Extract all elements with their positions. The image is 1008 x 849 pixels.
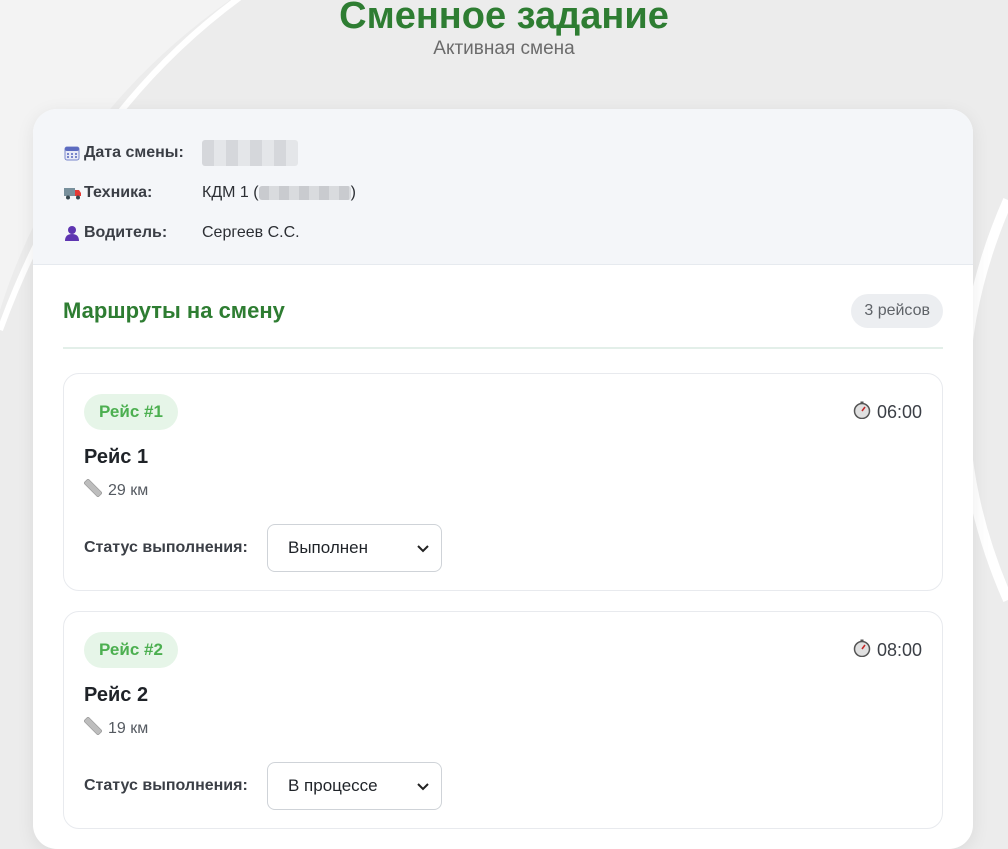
shift-info: Дата смены: Техника: КДМ 1 ( ) Водитель:… xyxy=(33,109,973,265)
stopwatch-icon xyxy=(853,639,877,662)
trip-distance: 19 км xyxy=(83,716,922,740)
trip-time-value: 08:00 xyxy=(876,639,922,660)
page-header: Сменное задание Активная смена xyxy=(0,0,1008,60)
routes-title: Маршруты на смену xyxy=(63,298,285,323)
vehicle-label: Техника: xyxy=(84,184,153,201)
chevron-down-icon xyxy=(417,776,429,796)
vehicle-value: КДМ 1 ( ) xyxy=(202,184,356,202)
trip-header: Рейс #1 06:00 xyxy=(84,394,922,430)
date-value xyxy=(202,140,298,166)
trip-distance-value: 19 км xyxy=(108,719,149,737)
driver-value: Сергеев С.С. xyxy=(202,224,300,241)
page-subtitle: Активная смена xyxy=(433,38,575,59)
status-row: Статус выполнения: В процессе xyxy=(84,762,922,810)
page-title: Сменное задание xyxy=(339,0,669,37)
person-icon xyxy=(64,225,84,241)
info-row-driver: Водитель: Сергеев С.С. xyxy=(64,213,973,253)
trip-number-badge: Рейс #2 xyxy=(84,632,178,668)
vehicle-name: КДМ 1 ( xyxy=(202,184,259,201)
trip-time-value: 06:00 xyxy=(876,401,922,422)
shift-card: Дата смены: Техника: КДМ 1 ( ) Водитель:… xyxy=(33,109,973,849)
status-row: Статус выполнения: Выполнен xyxy=(84,524,922,572)
trip-distance: 29 км xyxy=(83,478,922,502)
trip-name: Рейс 2 xyxy=(84,684,149,706)
status-label: Статус выполнения: xyxy=(84,539,248,556)
status-label: Статус выполнения: xyxy=(84,777,248,794)
status-select[interactable]: Выполнен xyxy=(267,524,442,572)
info-row-date: Дата смены: xyxy=(64,133,973,173)
driver-label: Водитель: xyxy=(84,224,168,241)
redacted-vehicle-number xyxy=(258,186,351,200)
routes-header: Маршруты на смену 3 рейсов xyxy=(63,289,943,349)
ruler-icon xyxy=(83,478,108,502)
chevron-down-icon xyxy=(417,538,429,558)
stopwatch-icon xyxy=(853,401,877,424)
trip-number-badge: Рейс #1 xyxy=(84,394,178,430)
trip-card: Рейс #1 06:00 Рейс 1 29 км Статус выполн… xyxy=(63,373,943,591)
info-row-vehicle: Техника: КДМ 1 ( ) xyxy=(64,173,973,213)
calendar-icon xyxy=(64,145,84,161)
vehicle-close-paren: ) xyxy=(350,184,356,201)
trips-count-badge: 3 рейсов xyxy=(851,294,943,328)
routes-section: Маршруты на смену 3 рейсов Рейс #1 06:00 xyxy=(33,265,973,829)
status-select-value: В процессе xyxy=(288,776,378,795)
date-label: Дата смены: xyxy=(84,144,184,161)
trip-distance-value: 29 км xyxy=(108,481,149,499)
truck-icon xyxy=(64,186,84,200)
status-select[interactable]: В процессе xyxy=(267,762,442,810)
trip-card: Рейс #2 08:00 Рейс 2 19 км Статус выполн… xyxy=(63,611,943,829)
redacted-date xyxy=(202,140,298,166)
trip-header: Рейс #2 08:00 xyxy=(84,632,922,668)
trip-time: 08:00 xyxy=(853,639,922,662)
trip-name: Рейс 1 xyxy=(84,446,149,468)
status-select-value: Выполнен xyxy=(288,538,368,557)
trip-time: 06:00 xyxy=(853,401,922,424)
ruler-icon xyxy=(83,716,108,740)
